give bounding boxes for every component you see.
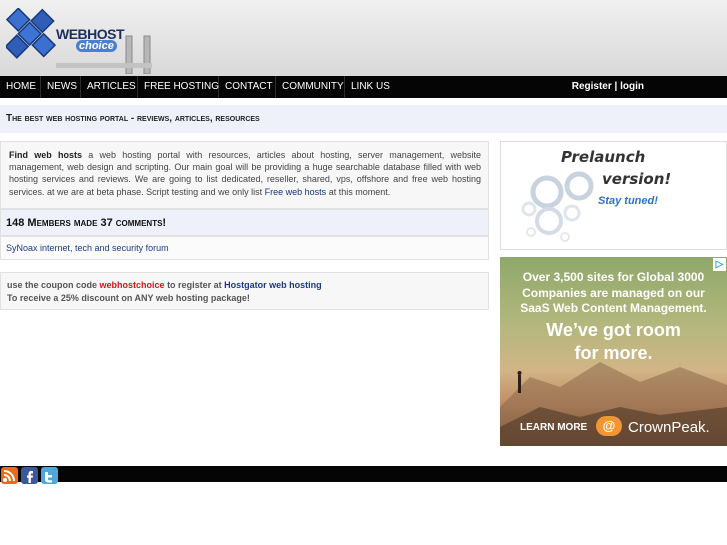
crownpeak-logo-icon: @ (596, 416, 622, 436)
ad-learn-more[interactable]: LEARN MORE (520, 422, 587, 433)
tagline-text: The best web hosting portal - reviews, a… (6, 113, 260, 124)
nav-news[interactable]: NEWS (41, 76, 81, 98)
coupon-panel: use the coupon code webhostchoice to reg… (0, 272, 489, 310)
facebook-icon[interactable] (21, 467, 38, 484)
twitter-icon[interactable] (41, 467, 58, 484)
coupon-code: webhostchoice (99, 280, 165, 290)
ad-choices-icon[interactable]: ▷ (713, 258, 726, 271)
tagline-bar: The best web hosting portal - reviews, a… (0, 105, 727, 133)
rss-glyph (3, 470, 15, 482)
nav-home[interactable]: HOME (0, 76, 41, 98)
ad-big-text: We’ve got room for more. (546, 320, 681, 363)
auth-separator: | (614, 81, 618, 92)
footer-bar (0, 466, 727, 484)
intro-lead: Find web hosts (9, 150, 82, 160)
hostgator-link[interactable]: Hostgator web hosting (224, 280, 322, 290)
free-web-hosts-link[interactable]: Free web hosts (265, 187, 327, 197)
ad-headline: Over 3,500 sites for Global 3000 Compani… (520, 270, 707, 315)
ad-brand: CrownPeak. (628, 419, 710, 436)
header: WEBHOST choice (0, 0, 727, 76)
prelaunch-subtitle: Stay tuned! (598, 195, 658, 207)
coupon-prefix: use the coupon code (7, 280, 98, 290)
prelaunch-banner: Prelaunch version! Stay tuned! (500, 141, 727, 250)
login-link[interactable]: login (620, 81, 644, 92)
intro-text: Find web hosts a web hosting portal with… (9, 149, 481, 198)
nav-link-us[interactable]: LINK US (345, 76, 395, 98)
prelaunch-title-1: Prelaunch (561, 148, 646, 166)
nav-community[interactable]: COMMUNITY (276, 76, 345, 98)
nav-articles[interactable]: ARTICLES (81, 76, 138, 98)
twitter-glyph (45, 472, 52, 483)
intro-panel: Find web hosts a web hosting portal with… (0, 141, 489, 209)
auth-links: Register | login (572, 76, 644, 98)
coupon-line-1: use the coupon code webhostchoice to reg… (7, 280, 322, 290)
register-link[interactable]: Register (572, 81, 612, 92)
crownpeak-ad[interactable]: Over 3,500 sites for Global 3000 Compani… (500, 257, 727, 446)
prelaunch-title-2: version! (602, 170, 672, 188)
nav-contact[interactable]: CONTACT (219, 76, 276, 98)
members-stats: 148 Members made 37 comments! (6, 217, 167, 229)
coupon-middle: to register at (167, 280, 222, 290)
intro-tail: at this moment. (328, 186, 391, 197)
nav-free-hosting[interactable]: FREE HOSTING (138, 76, 219, 98)
facebook-glyph (27, 471, 33, 483)
site-logo[interactable]: WEBHOST choice (4, 7, 156, 75)
coupon-line-2: To receive a 25% discount on ANY web hos… (7, 293, 250, 303)
members-bar: 148 Members made 37 comments! (0, 209, 489, 236)
rss-icon[interactable] (1, 467, 18, 484)
forum-link[interactable]: SyNoax internet, tech and security forum (6, 243, 169, 253)
logo-text-choice: choice (76, 40, 117, 52)
